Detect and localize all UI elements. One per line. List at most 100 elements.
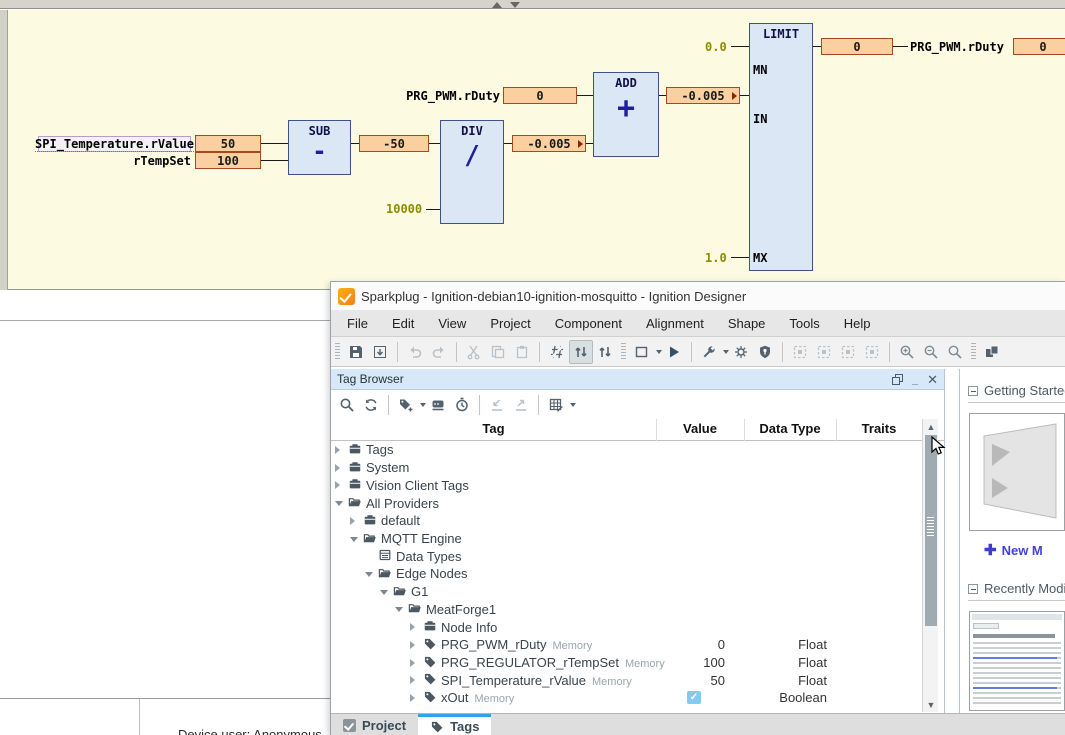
distribute-button[interactable]	[860, 340, 884, 364]
fbd-input-variable[interactable]: SPI_Temperature.rValue	[38, 136, 191, 152]
align-left-button[interactable]	[788, 340, 812, 364]
fbd-pwm-feedback-box[interactable]: 0	[503, 87, 577, 104]
menu-tools[interactable]: Tools	[777, 316, 831, 331]
collapse-arrow-icon[interactable]	[380, 590, 388, 595]
tag-browser-header[interactable]: Tag Browser _ ✕	[331, 369, 944, 390]
expand-arrow-icon[interactable]	[335, 446, 340, 454]
zoom-in-button[interactable]	[895, 340, 919, 364]
collapse-arrow-icon[interactable]	[395, 607, 403, 612]
project-properties-button[interactable]	[729, 340, 753, 364]
align-center-button[interactable]	[812, 340, 836, 364]
splitter-down-icon[interactable]	[510, 2, 520, 8]
scroll-up-icon[interactable]: ▲	[923, 419, 939, 434]
fbd-limit-block[interactable]: LIMIT MN IN MX	[749, 23, 813, 271]
save-all-button[interactable]	[368, 340, 392, 364]
toggle-grid-button[interactable]	[545, 340, 569, 364]
tag-row-mqtt-engine[interactable]: MQTT Engine	[331, 530, 922, 548]
collapse-icon[interactable]	[968, 386, 978, 396]
tag-row-data-types[interactable]: Data Types	[331, 547, 922, 565]
window-titlebar[interactable]: Sparkplug - Ignition-debian10-ignition-m…	[331, 282, 1065, 310]
collapse-arrow-icon[interactable]	[365, 572, 373, 577]
minimize-panel-icon[interactable]: _	[912, 374, 918, 386]
tag-row-edge-nodes[interactable]: Edge Nodes	[331, 565, 922, 583]
preview-mode-button[interactable]	[569, 340, 593, 364]
menu-component[interactable]: Component	[543, 316, 634, 331]
recently-modified-section[interactable]: Recently Modif	[968, 581, 1065, 596]
search-icon[interactable]	[335, 393, 359, 417]
menu-alignment[interactable]: Alignment	[634, 316, 716, 331]
splitter-up-icon[interactable]	[492, 2, 502, 8]
fbd-limit-out-box[interactable]: 0	[821, 38, 893, 55]
boolean-checkbox[interactable]: ✓	[687, 691, 701, 704]
tab-tags[interactable]: Tags	[418, 714, 491, 735]
save-button[interactable]	[344, 340, 368, 364]
fbd-output-value-box[interactable]: 0	[1013, 38, 1065, 55]
toolbar-grip[interactable]	[971, 343, 976, 361]
scrollbar-thumb[interactable]	[925, 435, 938, 626]
shape-tool-button[interactable]	[630, 340, 654, 364]
menu-project[interactable]: Project	[478, 316, 542, 331]
fbd-pwm-feedback-label[interactable]: PRG_PWM.rDuty	[392, 89, 500, 103]
preview-play-button[interactable]	[662, 340, 686, 364]
toolbar-grip[interactable]	[621, 343, 626, 361]
fbd-limit-mn-constant[interactable]: 0.0	[705, 40, 727, 54]
menu-help[interactable]: Help	[832, 316, 883, 331]
expand-arrow-icon[interactable]	[410, 623, 415, 631]
column-header-tag[interactable]: Tag	[331, 421, 656, 436]
redo-button[interactable]	[427, 340, 451, 364]
zoom-out-button[interactable]	[919, 340, 943, 364]
fbd-div-out-box[interactable]: -0.005	[512, 135, 586, 152]
paste-button[interactable]	[510, 340, 534, 364]
menu-view[interactable]: View	[426, 316, 478, 331]
tools-button[interactable]	[697, 340, 721, 364]
tag-row-default[interactable]: default	[331, 512, 922, 530]
fbd-div-in2-constant[interactable]: 10000	[386, 202, 422, 216]
tag-value[interactable]: 100	[656, 655, 744, 670]
expand-arrow-icon[interactable]	[410, 659, 415, 667]
swap-orientation-button[interactable]	[593, 340, 617, 364]
scroll-down-icon[interactable]: ▼	[923, 697, 939, 712]
security-button[interactable]	[753, 340, 777, 364]
fbd-sub-block[interactable]: SUB -	[288, 120, 351, 175]
tag-row-node-info[interactable]: Node Info	[331, 618, 922, 636]
new-project-link[interactable]: ✚ New M	[984, 541, 1065, 559]
column-header-datatype[interactable]: Data Type	[744, 421, 836, 436]
menu-edit[interactable]: Edit	[380, 316, 426, 331]
expand-arrow-icon[interactable]	[335, 481, 340, 489]
fbd-tempset-value-box[interactable]: 100	[195, 152, 261, 169]
column-header-value[interactable]: Value	[656, 421, 744, 436]
collapse-icon[interactable]	[968, 584, 978, 594]
tag-value[interactable]: 0	[656, 637, 744, 652]
menu-shape[interactable]: Shape	[716, 316, 778, 331]
cut-button[interactable]	[462, 340, 486, 364]
toolbar-grip[interactable]	[335, 343, 340, 361]
window-layout-button[interactable]	[980, 340, 1004, 364]
fbd-output-label[interactable]: PRG_PWM.rDuty	[910, 40, 1004, 54]
fbd-limit-mx-constant[interactable]: 1.0	[705, 251, 727, 265]
menu-file[interactable]: File	[331, 316, 380, 331]
fbd-add-out-box[interactable]: -0.005	[666, 87, 740, 104]
align-right-button[interactable]	[836, 340, 860, 364]
tag-row-g1[interactable]: G1	[331, 583, 922, 601]
column-header-traits[interactable]: Traits	[836, 421, 922, 436]
collapse-arrow-icon[interactable]	[335, 501, 343, 506]
tag-row-vision-client-tags[interactable]: Vision Client Tags	[331, 476, 922, 494]
tag-row-meatforge1[interactable]: MeatForge1	[331, 600, 922, 618]
expand-arrow-icon[interactable]	[350, 517, 355, 525]
dropdown-caret-icon[interactable]	[570, 403, 576, 407]
undo-button[interactable]	[403, 340, 427, 364]
float-panel-icon[interactable]	[892, 374, 903, 385]
getting-started-section[interactable]: Getting Started	[968, 383, 1065, 398]
tag-value[interactable]: 50	[656, 673, 744, 688]
tag-history-button[interactable]	[450, 393, 474, 417]
new-tag-button[interactable]	[394, 393, 418, 417]
fbd-tempset-label[interactable]: rTempSet	[110, 154, 191, 168]
export-tags-button[interactable]	[509, 393, 533, 417]
fbd-add-block[interactable]: ADD +	[593, 72, 659, 157]
tag-row-tags[interactable]: Tags	[331, 441, 922, 459]
zoom-reset-button[interactable]	[943, 340, 967, 364]
fbd-sub-out-box[interactable]: -50	[359, 135, 429, 152]
recent-project-thumbnail[interactable]	[969, 611, 1065, 711]
refresh-button[interactable]	[359, 393, 383, 417]
close-panel-icon[interactable]: ✕	[927, 372, 938, 388]
